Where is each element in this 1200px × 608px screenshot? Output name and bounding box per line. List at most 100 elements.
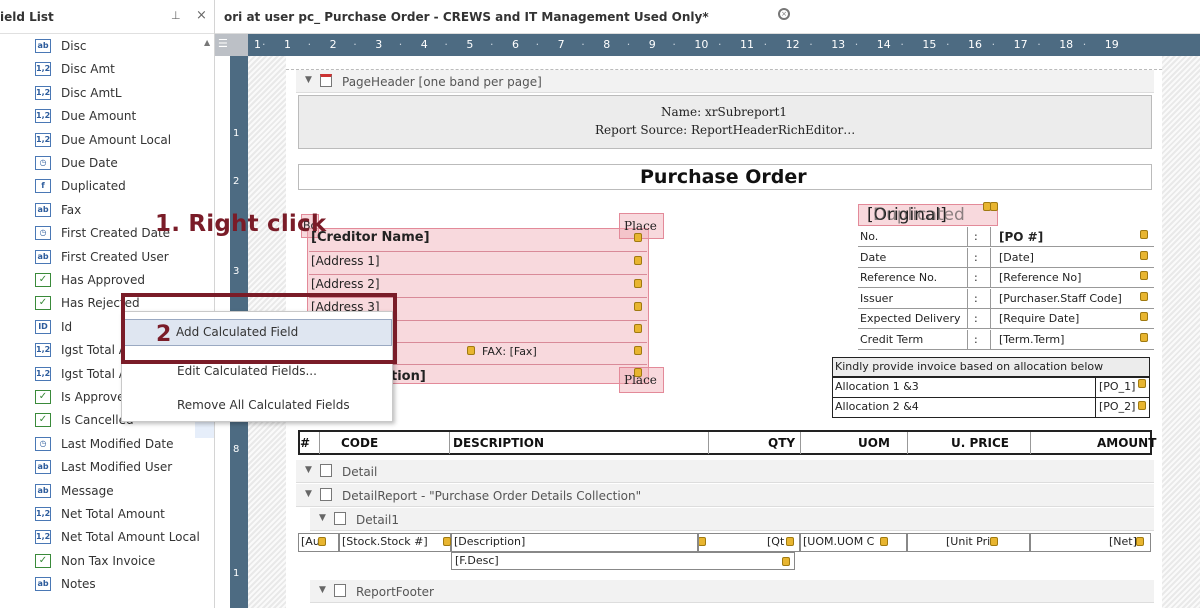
field-type-icon: ✓ (35, 390, 51, 404)
report-designer-window: ield List ⊥ × ab Disc 1,2 Disc Amt 1,2 Disc A… (0, 0, 1200, 608)
ruler-tick: · (718, 38, 722, 51)
column-header[interactable]: CODE (341, 436, 378, 450)
field-marker (880, 537, 888, 546)
subreport-name: Name: xrSubreport1 (661, 105, 788, 119)
detail-field-cell[interactable]: [Stock.Stock #] (339, 533, 451, 552)
field-list-item[interactable]: ◷ Last Modified Date (0, 433, 214, 456)
po-info-row[interactable]: Expected Delivery: [Require Date] (858, 309, 1154, 329)
address1-field[interactable]: [Address 1] (311, 254, 380, 268)
attention-field[interactable]: tion] (391, 369, 426, 384)
field-list-item[interactable]: 1,2 Disc AmtL (0, 82, 214, 105)
ruler-number: 10 (694, 38, 709, 51)
original-label[interactable]: [Original] Duplicated (858, 204, 998, 226)
ruler-tick: · (444, 38, 448, 51)
po-info-label: Date (860, 250, 887, 264)
field-marker (782, 557, 790, 566)
menu-icon[interactable]: ☰ (218, 37, 228, 50)
desc-field-cell[interactable]: [F.Desc] (451, 552, 795, 570)
column-header[interactable]: # (300, 436, 310, 450)
field-marker (1140, 230, 1148, 239)
field-list-item[interactable]: ab Last Modified User (0, 456, 214, 479)
subreport-control[interactable]: Name: xrSubreport1 Report Source: Report… (298, 95, 1152, 149)
title-cell[interactable]: Purchase Order (298, 164, 1152, 190)
close-tab-icon[interactable]: × (778, 8, 790, 20)
field-list-item[interactable]: f Duplicated (0, 175, 214, 198)
field-list-item-label: Duplicated (61, 179, 126, 194)
field-list-item[interactable]: ab Disc (0, 35, 214, 58)
ruler-tick: · (854, 38, 859, 51)
fax-field[interactable]: FAX: [Fax] (482, 345, 537, 358)
report-footer-band[interactable]: ▼ ReportFooter (310, 580, 1154, 603)
detail1-band[interactable]: ▼ Detail1 (310, 508, 1154, 531)
collapse-icon[interactable]: ▼ (319, 585, 326, 595)
field-marker (634, 256, 642, 265)
duplicated-overlap: Duplicated (873, 205, 965, 225)
field-marker (1140, 250, 1148, 260)
address2-field[interactable]: [Address 2] (311, 277, 380, 291)
menu-item-remove-calculated-fields[interactable]: Remove All Calculated Fields (122, 392, 392, 419)
detail1-icon (334, 512, 346, 525)
ruler-tick: · (946, 38, 950, 51)
field-list-item-label: Due Amount Local (61, 132, 172, 147)
detail-field-cell[interactable]: [Qt (698, 533, 800, 552)
po-info-separator: : (974, 332, 978, 346)
column-header[interactable]: UOM (858, 436, 890, 450)
creditor-name-field[interactable]: [Creditor Name] (311, 230, 430, 245)
allocation2-row[interactable]: Allocation 2 &4 [PO_2] (832, 397, 1150, 418)
detail-band[interactable]: ▼ Detail (296, 460, 1154, 483)
field-list-item[interactable]: ab First Created User (0, 246, 214, 269)
field-list-header: ield List ⊥ × (0, 0, 214, 34)
field-list-item[interactable]: ✓ Has Approved (0, 269, 214, 292)
po-info-label: No. (860, 230, 879, 243)
column-header[interactable]: QTY (768, 436, 795, 450)
page-header-band[interactable]: ▼ PageHeader [one band per page] (296, 70, 1154, 93)
detail-field-cell[interactable]: [Description] (451, 533, 698, 552)
document-tab[interactable]: ori at user pc_ Purchase Order - CREWS a… (224, 10, 709, 24)
detail-field-cell[interactable]: [Unit Pri (907, 533, 1030, 552)
field-list-title: ield List (0, 10, 54, 24)
field-list-item[interactable]: 1,2 Net Total Amount Local (0, 526, 214, 549)
annotation-step1: 1. Right click (155, 211, 327, 237)
field-list-item[interactable]: 1,2 Disc Amt (0, 58, 214, 81)
collapse-icon[interactable]: ▼ (305, 75, 312, 85)
po-info-row[interactable]: Credit Term: [Term.Term] (858, 329, 1154, 350)
field-list-item[interactable]: ab Message (0, 480, 214, 503)
field-list-item[interactable]: ◷ Due Date (0, 152, 214, 175)
vertical-ruler-number: 8 (233, 444, 240, 455)
field-list-item[interactable]: ✓ Non Tax Invoice (0, 550, 214, 573)
field-marker (990, 537, 998, 546)
detail-report-band[interactable]: ▼ DetailReport - "Purchase Order Details… (296, 484, 1154, 507)
collapse-icon[interactable]: ▼ (305, 489, 312, 499)
column-header[interactable]: AMOUNT (1097, 436, 1156, 450)
field-list-item[interactable]: 1,2 Net Total Amount (0, 503, 214, 526)
ruler-number: 7 (557, 38, 565, 51)
field-list-item[interactable]: 1,2 Due Amount (0, 105, 214, 128)
po-info-row[interactable]: No.: [PO #] (858, 227, 1154, 247)
po-info-row[interactable]: Reference No.: [Reference No] (858, 268, 1154, 288)
scroll-up-icon[interactable]: ▲ (204, 38, 210, 47)
po-info-value: [Require Date] (999, 312, 1080, 325)
detail-field-cell[interactable]: [Net] (1030, 533, 1151, 552)
field-list-item[interactable]: ab Notes (0, 573, 214, 596)
detail-field-label: [Net] (1109, 535, 1137, 548)
pin-icon[interactable]: ⊥ (171, 9, 181, 22)
field-type-icon: 1,2 (35, 366, 51, 381)
collapse-icon[interactable]: ▼ (305, 465, 312, 475)
detail-field-cell[interactable]: [UOM.UOM C (800, 533, 907, 552)
column-divider (449, 432, 450, 454)
ruler-number: 19 (1104, 38, 1119, 51)
invoice-note-cell[interactable]: Kindly provide invoice based on allocati… (832, 357, 1150, 377)
horizontal-ruler: 1 1 · 2 · 3 · 4 · 5 · 6 · 7 · 8 · 9 · 10 · 11 · 12 · 13 · 14 · 15 · 16 ·… (248, 34, 1200, 56)
field-marker (1140, 332, 1148, 342)
column-header-row[interactable] (298, 430, 1152, 455)
allocation1-row[interactable]: Allocation 1 &3 [PO_1] (832, 377, 1150, 398)
column-header[interactable]: U. PRICE (951, 436, 1009, 450)
collapse-icon[interactable]: ▼ (319, 513, 326, 523)
ruler-tick: · (991, 38, 996, 51)
column-header[interactable]: DESCRIPTION (453, 436, 544, 450)
po-info-row[interactable]: Issuer: [Purchaser.Staff Code] (858, 288, 1154, 309)
po-info-row[interactable]: Date: [Date] (858, 247, 1154, 268)
close-icon[interactable]: × (196, 8, 207, 23)
field-list-item[interactable]: 1,2 Due Amount Local (0, 129, 214, 152)
ruler-number: 9 (648, 38, 656, 51)
